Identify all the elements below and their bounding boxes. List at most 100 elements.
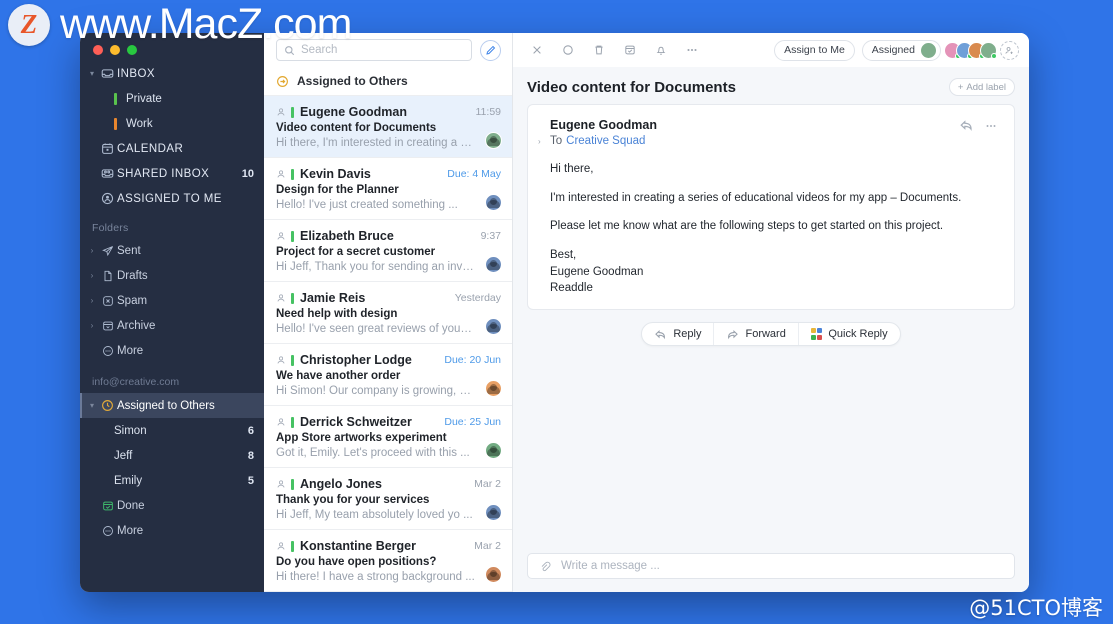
list-item[interactable]: Angelo Jones Mar 2 Thank you for your se… [264,468,512,530]
sidebar-item-private[interactable]: Private [80,86,264,111]
add-assignee-icon[interactable] [1000,40,1019,60]
add-label-button[interactable]: + Add label [948,78,1015,96]
sidebar-label: Work [126,117,153,130]
more-circle-icon [98,345,117,357]
assign-to-me-button[interactable]: Assign to Me [774,39,855,61]
reply-button[interactable]: Reply [642,323,713,345]
message-preview: Hi Jeff, My team absolutely loved yo ... [276,509,473,521]
sidebar-label: Done [117,499,145,512]
search-box[interactable] [276,39,472,61]
send-icon [98,245,117,257]
message-composer[interactable]: Write a message ... [527,553,1015,579]
sidebar-item-sent[interactable]: › Sent [80,238,264,263]
sidebar-label: Spam [117,294,148,307]
sidebar-item-simon[interactable]: Simon 6 [80,418,264,443]
sidebar-item-jeff[interactable]: Jeff 8 [80,443,264,468]
signature-line: Readdle [550,282,593,295]
message-preview: Hello! I've seen great reviews of your .… [276,323,477,335]
chevron-right-icon[interactable]: › [86,246,98,255]
minimize-window-button[interactable] [110,45,120,55]
circle-icon[interactable] [552,37,583,63]
sidebar-item-spam[interactable]: › Spam [80,288,264,313]
sidebar-item-more-bottom[interactable]: More [80,518,264,543]
list-item[interactable]: Kevin Davis Due: 4 May Design for the Pl… [264,158,512,220]
sidebar-label: Emily [114,474,143,487]
sender-name: Derrick Schweitzer [300,415,412,429]
message-subject: Project for a secret customer [276,246,436,258]
sender-name: Kevin Davis [300,167,371,181]
list-item[interactable]: Jamie Reis Yesterday Need help with desi… [264,282,512,344]
avatar [485,442,502,459]
sidebar-label: Archive [117,319,156,332]
list-item[interactable]: Derrick Schweitzer Due: 25 Jun App Store… [264,406,512,468]
sidebar-item-done[interactable]: Done [80,493,264,518]
message-time: Mar 2 [474,540,501,552]
maczn-logo-icon: Z [8,3,50,46]
message-preview: Hi Simon! Our company is growing, so ... [276,385,485,397]
maximize-window-button[interactable] [127,45,137,55]
message-preview: Got it, Emily. Let's proceed with this .… [276,447,470,459]
avatar [485,318,502,335]
add-label-text: Add label [966,81,1006,93]
forward-arrow-icon [726,328,739,341]
list-item[interactable]: Eugene Goodman 11:59 Video content for D… [264,96,512,158]
sidebar-item-emily[interactable]: Emily 5 [80,468,264,493]
person-icon [276,541,286,551]
done-icon [98,500,117,512]
more-dots-icon[interactable] [984,119,998,133]
assigned-chip[interactable]: Assigned [861,39,941,61]
archive-icon[interactable] [614,37,645,63]
avatar [485,380,502,397]
avatar[interactable] [980,41,997,59]
message-actions[interactable] [959,118,998,133]
message-subject: Do you have open positions? [276,556,437,568]
sidebar-item-work[interactable]: Work [80,111,264,136]
sidebar-item-assigned-to-others[interactable]: ▾ Assigned to Others [80,393,264,418]
reply-arrow-icon[interactable] [959,118,974,133]
message-sender-block: Eugene Goodman › To Creative Squad [538,118,959,147]
attachment-icon[interactable] [539,560,551,572]
avatar [485,194,502,211]
sidebar-item-assigned-to-me[interactable]: ASSIGNED TO ME [80,186,264,211]
to-recipient[interactable]: Creative Squad [566,135,645,147]
message-items[interactable]: Eugene Goodman 11:59 Video content for D… [264,96,512,592]
chevron-right-icon[interactable]: › [86,271,98,280]
message-subject: Thank you for your services [276,494,430,506]
label-flag [291,106,294,118]
list-item[interactable]: Christopher Lodge Due: 20 Jun We have an… [264,344,512,406]
sidebar-item-calendar[interactable]: CALENDAR [80,136,264,161]
trash-icon[interactable] [583,37,614,63]
person-icon [276,169,286,179]
person-icon [276,355,286,365]
chevron-right-icon[interactable]: › [538,137,541,146]
list-item[interactable]: Konstantine Berger Mar 2 Do you have ope… [264,530,512,592]
message-recipients[interactable]: › To Creative Squad [538,135,959,147]
message-preview: Hi Jeff, Thank you for sending an invoic… [276,261,484,273]
message-time: 11:59 [475,106,502,118]
close-icon[interactable] [521,37,552,63]
sidebar-item-archive[interactable]: › Archive [80,313,264,338]
app-window: ▾ INBOX Private Work CALENDAR SHARED INB… [80,33,1029,592]
chevron-down-icon[interactable]: ▾ [86,69,98,78]
forward-button[interactable]: Forward [713,323,797,346]
close-window-button[interactable] [93,45,103,55]
sidebar-item-more-folders[interactable]: More [80,338,264,363]
more-dots-icon[interactable] [676,37,707,63]
quick-reply-button[interactable]: Quick Reply [797,323,900,346]
chevron-right-icon[interactable]: › [86,296,98,305]
bell-icon[interactable] [645,37,676,63]
message-time: Yesterday [454,292,501,304]
chevron-down-icon[interactable]: ▾ [86,401,98,410]
assignee-avatar-stack[interactable] [944,40,1019,60]
compose-button[interactable] [480,39,501,61]
chevron-right-icon[interactable]: › [86,321,98,330]
sidebar-item-shared-inbox[interactable]: SHARED INBOX 10 [80,161,264,186]
sidebar-item-inbox[interactable]: ▾ INBOX [80,61,264,86]
search-input[interactable] [301,44,464,56]
thread-scroll[interactable]: Eugene Goodman › To Creative Squad Hi th… [513,104,1029,553]
list-item[interactable]: Elizabeth Bruce 9:37 Project for a secre… [264,220,512,282]
sidebar-item-drafts[interactable]: › Drafts [80,263,264,288]
reply-action-bar: Reply Forward Quick Reply [527,310,1015,356]
message-toolbar: Assign to Me Assigned [513,33,1029,67]
window-traffic-lights[interactable] [93,45,137,55]
